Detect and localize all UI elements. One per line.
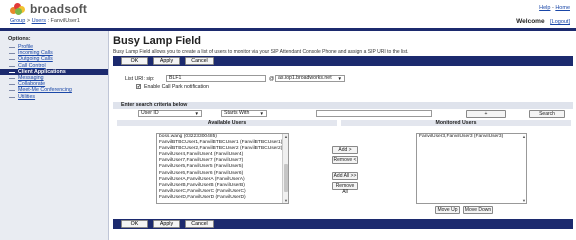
sidebar: Options: Profile Incoming Calls Outgoing… [0, 31, 109, 240]
domain-select[interactable]: as.iop1.broadworks.net ▼ [275, 75, 345, 82]
apply-button[interactable]: Apply [153, 57, 180, 65]
scroll-up-icon[interactable]: ▲ [521, 134, 526, 139]
list-item[interactable]: FanvilUser3,FanvilUser3 (FanvilUser3) [417, 134, 526, 140]
top-button-bar: OK Apply Cancel [113, 56, 573, 66]
domain-select-value: as.iop1.broadworks.net [278, 75, 332, 81]
scroll-down-icon[interactable]: ▼ [283, 198, 288, 203]
add-all-button[interactable]: Add All >> [332, 172, 358, 180]
search-input[interactable] [316, 110, 432, 117]
page-description: Busy Lamp Field allows you to create a l… [113, 49, 409, 55]
logout-link[interactable]: [Logout] [550, 19, 570, 25]
cancel-button[interactable]: Cancel [185, 220, 214, 228]
chevron-down-icon: ▼ [337, 76, 342, 81]
welcome-text: Welcome [516, 18, 545, 25]
available-users-list[interactable]: boss.wang (03223300485) FanvilBTBCUser1,… [156, 133, 289, 204]
at-sign: @ [269, 76, 275, 82]
chevron-down-icon: ▼ [194, 111, 199, 116]
ok-button[interactable]: OK [121, 57, 148, 65]
breadcrumb-users[interactable]: Users [32, 18, 46, 24]
search-section-header: Enter search criteria below [113, 102, 573, 109]
available-list-scrollbar[interactable]: ▲ ▼ [282, 134, 288, 203]
sidebar-item-utilities[interactable]: Utilities [0, 94, 108, 100]
call-park-checkbox[interactable]: ✔ [136, 84, 141, 89]
search-field-select[interactable]: User ID ▼ [138, 110, 202, 117]
chevron-down-icon: ▼ [259, 111, 264, 116]
search-mode-select[interactable]: Starts With ▼ [221, 110, 267, 117]
breadcrumb-group[interactable]: Group [10, 18, 25, 24]
move-up-button[interactable]: Move Up [435, 206, 460, 214]
bottom-button-bar: OK Apply Cancel [113, 219, 573, 229]
remove-all-button[interactable]: Remove All [332, 182, 358, 195]
home-link[interactable]: Home [555, 5, 570, 11]
breadcrumb-current-user: FanvilUser1 [50, 18, 80, 24]
list-uri-field[interactable]: BLF1 [166, 75, 266, 82]
add-button[interactable]: Add > [332, 146, 358, 154]
main-content: Busy Lamp Field Busy Lamp Field allows y… [113, 31, 573, 240]
broadsoft-logo[interactable]: broadsoft [10, 2, 87, 16]
monitored-list-scrollbar[interactable]: ▲ ▼ [521, 134, 526, 203]
search-field-value: User ID [141, 110, 159, 116]
remove-button[interactable]: Remove < [332, 156, 358, 164]
search-button[interactable]: Search [529, 110, 565, 118]
monitored-users-list[interactable]: FanvilUser3,FanvilUser3 (FanvilUser3) ▲ … [416, 133, 527, 204]
available-users-header: Available Users [117, 120, 337, 126]
top-links: Help - Home [539, 5, 570, 11]
apply-button[interactable]: Apply [153, 220, 180, 228]
cancel-button[interactable]: Cancel [185, 57, 214, 65]
breadcrumb: Group > Users : FanvilUser1 [10, 18, 80, 24]
page-title: Busy Lamp Field [113, 35, 202, 47]
monitored-users-header: Monitored Users [341, 120, 571, 126]
add-criteria-button[interactable]: + [466, 110, 506, 118]
list-uri-label: List URI: sip: [125, 76, 155, 82]
page: broadsoft Group > Users : FanvilUser1 He… [0, 0, 576, 240]
scroll-thumb[interactable] [284, 164, 288, 192]
search-mode-value: Starts With [224, 110, 250, 116]
scroll-down-icon[interactable]: ▼ [521, 198, 526, 203]
welcome-area: Welcome [Logout] [516, 18, 570, 25]
logo-icon [10, 3, 26, 15]
scroll-up-icon[interactable]: ▲ [283, 134, 288, 139]
call-park-label: Enable Call Park notification [144, 84, 209, 90]
list-item[interactable]: FanvilUserD,FanvilUserD (FanvilUserD) [157, 195, 288, 201]
help-link[interactable]: Help [539, 5, 550, 11]
header: broadsoft Group > Users : FanvilUser1 He… [0, 0, 576, 31]
ok-button[interactable]: OK [121, 220, 148, 228]
logo-text: broadsoft [30, 2, 88, 16]
options-title: Options: [8, 36, 31, 42]
move-down-button[interactable]: Move Down [463, 206, 493, 214]
